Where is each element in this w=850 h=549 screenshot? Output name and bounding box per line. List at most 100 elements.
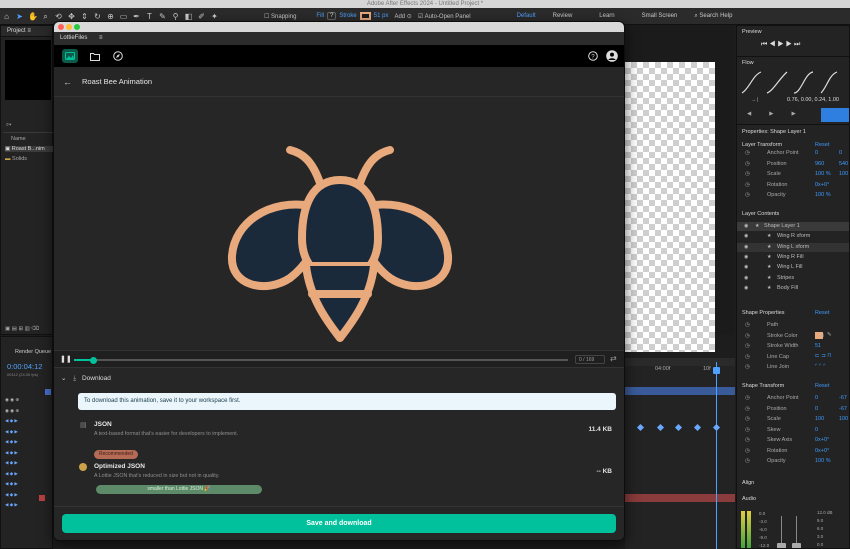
- home-icon[interactable]: ⌂: [2, 12, 11, 21]
- pause-icon[interactable]: ❚❚: [60, 355, 72, 363]
- stopwatch-icon[interactable]: ◷: [745, 427, 750, 433]
- user-avatar-icon[interactable]: [606, 50, 618, 62]
- eye-icon[interactable]: ◉: [744, 284, 748, 293]
- rectangle-tool-icon[interactable]: ▭: [119, 12, 128, 21]
- eye-icon[interactable]: ◉: [744, 263, 748, 272]
- audio-slider-handle[interactable]: [777, 543, 786, 548]
- eye-icon[interactable]: ◉: [744, 253, 748, 262]
- line-cap-buttons[interactable]: ⊏ ⊐ ⊓: [815, 353, 832, 359]
- layer-switch-row[interactable]: ◉ ◉ ⊕: [5, 408, 19, 414]
- layer-switch-row[interactable]: ◀ ◆ ▶: [5, 418, 18, 424]
- pan-tool-icon[interactable]: ✥: [67, 12, 76, 21]
- shape-property-value-1[interactable]: 51: [815, 343, 821, 349]
- workspace-default[interactable]: Default: [517, 13, 536, 19]
- layer-switch-row[interactable]: ◀ ◆ ▶: [5, 429, 18, 435]
- current-time-indicator[interactable]: [716, 362, 717, 549]
- project-footer-icons[interactable]: ▣ ▤ ⊞ ▥ ⌫: [5, 326, 39, 332]
- pen-tool-icon[interactable]: ✒: [132, 12, 141, 21]
- timecode-display[interactable]: 0:00:04:12: [7, 362, 42, 371]
- eye-icon[interactable]: ◉: [744, 274, 748, 283]
- stopwatch-icon[interactable]: ◷: [745, 416, 750, 422]
- project-panel-title[interactable]: Project: [7, 28, 26, 34]
- layer-transform-value-2[interactable]: 0: [839, 150, 842, 156]
- stroke-color-swatch[interactable]: [815, 332, 823, 339]
- fill-swatch[interactable]: ?: [327, 12, 337, 20]
- hand-tool-icon[interactable]: ✋: [28, 12, 38, 21]
- shape-transform-value-1[interactable]: 0: [815, 427, 818, 433]
- shape-transform-reset[interactable]: Reset: [815, 383, 829, 389]
- stopwatch-icon[interactable]: ◷: [745, 192, 750, 198]
- layer-contents-title[interactable]: Layer Contents: [742, 211, 779, 217]
- flow-bezier-values[interactable]: 0.76, 0.00, 0.24, 1.00: [787, 97, 839, 103]
- workspace-review[interactable]: Review: [553, 13, 573, 19]
- brush-tool-icon[interactable]: ✎: [158, 12, 167, 21]
- layer-switch-row[interactable]: ◉ ◉ ⊕: [5, 397, 19, 403]
- project-item[interactable]: ▣ Roast B...nim: [5, 146, 54, 152]
- flow-apply-icon[interactable]: →|: [751, 97, 758, 103]
- keyframe[interactable]: [636, 423, 645, 432]
- project-col-name[interactable]: Name: [11, 136, 26, 142]
- layer-switch-row[interactable]: ◀ ◆ ▶: [5, 502, 18, 508]
- shape-properties-title[interactable]: Shape Properties: [742, 310, 785, 316]
- stroke-label[interactable]: Stroke: [339, 13, 356, 19]
- layer-content-item[interactable]: ◉ ★ Wing R Fill: [737, 253, 849, 262]
- playback-track[interactable]: [74, 356, 568, 364]
- layer-transform-value-1[interactable]: 100 %: [815, 192, 831, 198]
- layer-switch-row[interactable]: ◀ ◆ ▶: [5, 460, 18, 466]
- back-arrow-icon[interactable]: ←: [63, 77, 72, 87]
- keyframe[interactable]: [656, 423, 665, 432]
- keyframe[interactable]: [712, 423, 721, 432]
- layer-switch-row[interactable]: ◀ ◆ ▶: [5, 471, 18, 477]
- snapping-checkbox[interactable]: ☐ Snapping: [264, 13, 296, 20]
- layer-transform-value-1[interactable]: 960: [815, 161, 824, 167]
- project-search-icon[interactable]: ⌕▾: [6, 122, 11, 129]
- render-queue-tab[interactable]: Render Queue: [15, 349, 51, 355]
- stopwatch-icon[interactable]: ◷: [745, 448, 750, 454]
- shape-transform-value-1[interactable]: 0x+0°: [815, 448, 829, 454]
- compass-nav-icon[interactable]: [113, 51, 123, 61]
- audio-slider-handle[interactable]: [792, 543, 801, 548]
- panel-menu-icon[interactable]: ≡: [99, 35, 103, 41]
- layer-content-item[interactable]: ◉ ★ Stripes: [737, 274, 849, 283]
- layer-transform-value-1[interactable]: 0: [815, 150, 818, 156]
- stopwatch-icon[interactable]: ◷: [745, 458, 750, 464]
- format-json-title[interactable]: JSON: [94, 421, 112, 428]
- layer-switch-row[interactable]: ◀ ◆ ▶: [5, 450, 18, 456]
- layer-content-item[interactable]: ◉ ★ Wing L xform: [737, 242, 849, 252]
- layer-content-item[interactable]: ◉ ★ Body Fill: [737, 284, 849, 293]
- roto-brush-icon[interactable]: ✐: [197, 12, 206, 21]
- stopwatch-icon[interactable]: ◷: [745, 333, 750, 339]
- properties-panel-title[interactable]: Properties: Shape Layer 1: [742, 129, 806, 135]
- flow-curve-presets[interactable]: [739, 69, 850, 95]
- align-panel-title[interactable]: Align: [742, 480, 754, 486]
- preview-controls[interactable]: ⏮◀▶▶⏭: [761, 41, 802, 49]
- stopwatch-icon[interactable]: ◷: [745, 322, 750, 328]
- shape-transform-value-2[interactable]: 100: [839, 416, 848, 422]
- puppet-pin-icon[interactable]: ✦: [210, 12, 219, 21]
- selection-tool-icon[interactable]: ➤: [15, 12, 24, 21]
- stopwatch-icon[interactable]: ◷: [745, 150, 750, 156]
- auto-open-panel-checkbox[interactable]: ☑ Auto-Open Panel: [418, 13, 471, 20]
- keyframe[interactable]: [693, 423, 702, 432]
- layer-bar[interactable]: [625, 387, 735, 395]
- project-folder-item[interactable]: ▬ Solids: [5, 156, 27, 162]
- layer-transform-reset[interactable]: Reset: [815, 142, 829, 148]
- loop-icon[interactable]: ⇄: [610, 354, 617, 363]
- help-icon[interactable]: ?: [588, 51, 598, 61]
- rotate-tool-icon[interactable]: ↻: [93, 12, 102, 21]
- stopwatch-icon[interactable]: ◷: [745, 182, 750, 188]
- workspace-learn[interactable]: Learn: [599, 13, 614, 19]
- audio-panel-title[interactable]: Audio: [742, 496, 756, 502]
- stopwatch-icon[interactable]: ◷: [745, 354, 750, 360]
- stopwatch-icon[interactable]: ◷: [745, 171, 750, 177]
- layer-transform-value-2[interactable]: 100 %: [839, 171, 849, 177]
- pan-behind-icon[interactable]: ⊕: [106, 12, 115, 21]
- stopwatch-icon[interactable]: ◷: [745, 343, 750, 349]
- flow-apply-button[interactable]: [821, 108, 849, 122]
- layer-transform-value-2[interactable]: 540: [839, 161, 848, 167]
- frame-counter[interactable]: 0 / 169: [575, 355, 605, 364]
- layer-transform-value-1[interactable]: 100 %: [815, 171, 831, 177]
- workspace-small-screen[interactable]: Small Screen: [642, 13, 678, 19]
- stopwatch-icon[interactable]: ◷: [745, 395, 750, 401]
- shape-transform-value-1[interactable]: 0x+0°: [815, 437, 829, 443]
